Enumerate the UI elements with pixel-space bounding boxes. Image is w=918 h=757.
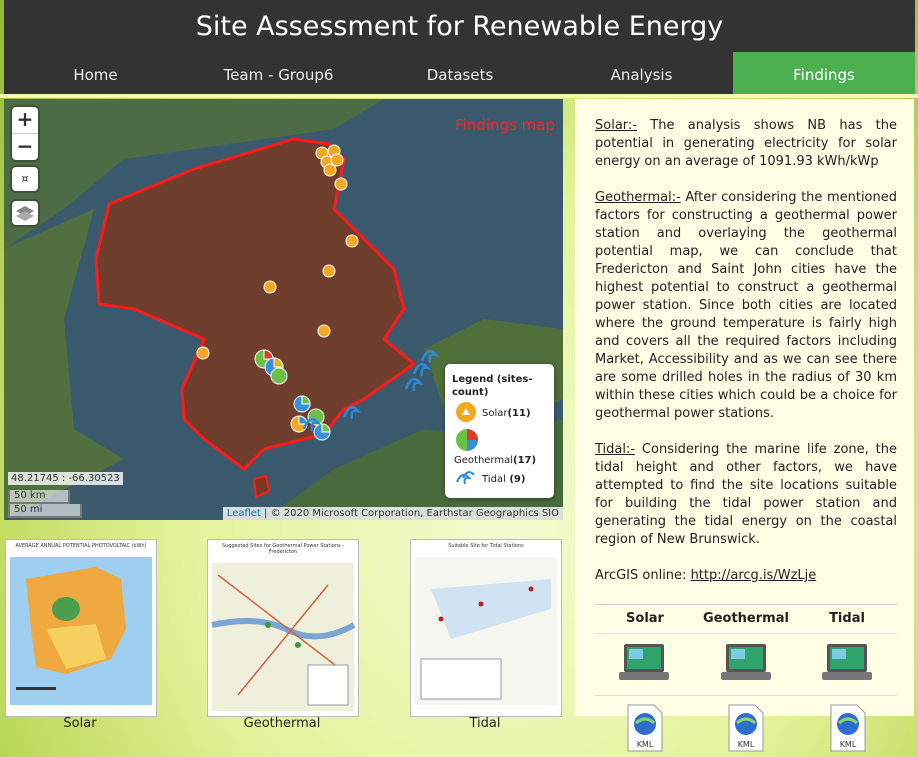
site-header: Site Assessment for Renewable Energy (4, 0, 915, 52)
nav-datasets[interactable]: Datasets (370, 52, 550, 94)
tidal-site-marker (420, 349, 440, 364)
map-attribution: Leaflet | © 2020 Microsoft Corporation, … (222, 507, 563, 520)
thumbnail-caption: Tidal (469, 716, 501, 731)
nav-analysis[interactable]: Analysis (550, 52, 733, 94)
geothermal-map-thumbnail[interactable]: Suggested Sites for Geothermal Power Sta… (207, 539, 359, 717)
geothermal-site-marker (270, 367, 288, 385)
arcgis-line: ArcGIS online: http://arcg.is/WzLje (595, 568, 817, 583)
geothermal-finding: Geothermal:- After considering the menti… (595, 190, 897, 421)
table-divider (595, 695, 897, 696)
findings-panel: Solar:- The analysis shows NB has the po… (575, 99, 914, 716)
nav-edge (0, 94, 918, 98)
solar-site-marker (263, 280, 277, 294)
thumbnail-title: Suitable Site for Tidal Stations (448, 543, 524, 549)
legend-title: Legend (sites-count) (452, 374, 533, 398)
geothermal-marker-icon (456, 429, 478, 451)
map-legend: Legend (sites-count) Solar(11) Geotherma… (445, 364, 554, 498)
thumbnail-title: Suggested Sites for Geothermal Power Sta… (221, 543, 344, 555)
scale-mi: 50 mi (8, 504, 82, 518)
layers-icon[interactable] (12, 201, 38, 225)
kml-file-icon[interactable]: KML (626, 703, 664, 753)
legend-tidal: Tidal (9) (482, 474, 526, 485)
kml-file-icon[interactable]: KML (829, 703, 867, 753)
tidal-wave-icon (456, 471, 475, 485)
tidal-finding: Tidal:- Considering the marine life zone… (595, 442, 897, 547)
solar-site-marker (345, 234, 359, 248)
tidal-map-thumbnail[interactable]: Suitable Site for Tidal Stations (410, 539, 562, 717)
laptop-app-icon[interactable] (822, 642, 872, 684)
solar-site-marker (322, 264, 336, 278)
solar-site-marker (323, 163, 337, 177)
solar-map-thumbnail[interactable]: AVERAGE ANNUAL POTENTIAL PHOTOVOLTAIC (k… (5, 539, 157, 717)
nav-home[interactable]: Home (4, 52, 187, 94)
table-divider (595, 633, 897, 634)
coordinate-readout: 48.21745 : -66.30523 (8, 472, 123, 485)
scale-km: 50 km (8, 490, 70, 504)
zoom-control: + − (12, 107, 38, 160)
solar-site-marker (196, 346, 210, 360)
tidal-site-marker (404, 377, 424, 392)
page-title: Site Assessment for Renewable Energy (195, 10, 724, 42)
findings-map[interactable]: + − ¤ Findings map 48.21745 : -66.30523 … (4, 99, 563, 520)
svg-text:KML: KML (840, 740, 857, 749)
laptop-app-icon[interactable] (619, 642, 669, 684)
nav-findings[interactable]: Findings (733, 52, 915, 94)
solar-site-marker (334, 177, 348, 191)
col-solar: Solar (626, 611, 664, 626)
main-nav: Home Team - Group6 Datasets Analysis Fin… (4, 52, 915, 94)
map-title: Findings map (455, 116, 555, 134)
col-tidal: Tidal (829, 611, 865, 626)
leaflet-link[interactable]: Leaflet (227, 508, 261, 519)
col-geothermal: Geothermal (703, 611, 789, 626)
solar-site-marker (317, 324, 331, 338)
thumbnail-caption: Solar (63, 716, 97, 731)
crosshair-icon[interactable]: ¤ (12, 167, 38, 191)
tidal-site-marker (342, 405, 362, 420)
nav-team[interactable]: Team - Group6 (187, 52, 370, 94)
attribution-text: | © 2020 Microsoft Corporation, Earthsta… (260, 508, 559, 519)
tidal-site-marker (412, 362, 432, 377)
svg-text:KML: KML (738, 740, 755, 749)
thumbnail-title: AVERAGE ANNUAL POTENTIAL PHOTOVOLTAIC (k… (15, 543, 147, 549)
downloads-table: Solar Geothermal Tidal (595, 604, 897, 626)
arcgis-link[interactable]: http://arcg.is/WzLje (691, 568, 817, 583)
zoom-in-button[interactable]: + (12, 107, 38, 133)
svg-text:KML: KML (637, 740, 654, 749)
solar-marker-icon (456, 402, 476, 422)
kml-file-icon[interactable]: KML (727, 703, 765, 753)
zoom-out-button[interactable]: − (12, 133, 38, 160)
legend-geothermal: Geothermal(17) (454, 455, 537, 466)
tidal-map-image (415, 557, 557, 705)
solar-map-image (10, 557, 152, 705)
geothermal-map-image (211, 563, 356, 711)
laptop-app-icon[interactable] (721, 642, 771, 684)
solar-finding: Solar:- The analysis shows NB has the po… (595, 118, 897, 169)
legend-solar: Solar(11) (482, 408, 531, 419)
thumbnail-caption: Geothermal (243, 716, 321, 731)
